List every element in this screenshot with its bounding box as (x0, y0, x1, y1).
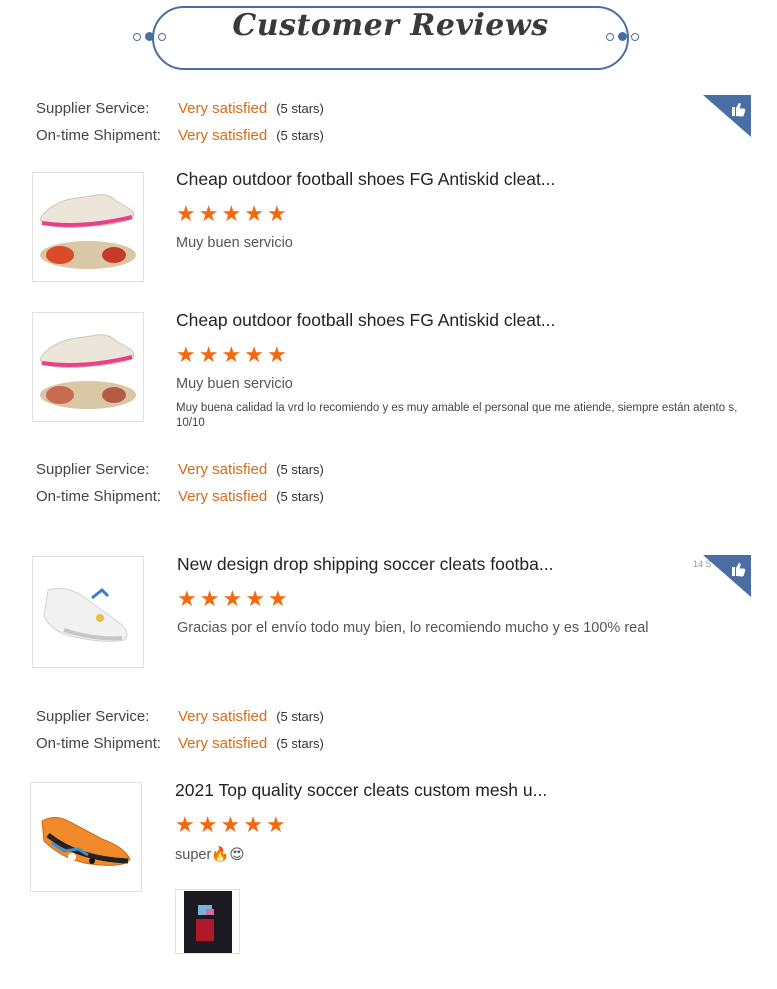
supplier-service-row: Supplier Service: Very satisfied (5 star… (36, 95, 324, 122)
shipment-row: On-time Shipment: Very satisfied (5 star… (36, 483, 324, 510)
star-rating: ★ ★ ★ ★ ★ (177, 588, 288, 610)
supplier-service-stars: (5 stars) (276, 101, 324, 116)
star-rating: ★ ★ ★ ★ ★ (175, 814, 286, 836)
review-comment: Muy buen servicio (176, 235, 293, 251)
supplier-service-label: Supplier Service: (36, 708, 150, 725)
star-icon: ★ (198, 201, 219, 226)
star-rating: ★ ★ ★ ★ ★ (176, 203, 287, 225)
product-title-link[interactable]: New design drop shipping soccer cleats f… (177, 554, 553, 575)
shipment-label: On-time Shipment: (36, 735, 162, 752)
product-image[interactable] (30, 782, 142, 892)
star-icon: ★ (244, 342, 264, 367)
shipment-value: Very satisfied (178, 735, 268, 752)
product-title-link[interactable]: Cheap outdoor football shoes FG Antiskid… (176, 169, 555, 190)
star-icon: ★ (175, 812, 195, 837)
thumbs-up-icon (703, 95, 751, 137)
review-comment: super🔥😍 (175, 847, 245, 863)
star-icon: ★ (245, 586, 265, 611)
shipment-label: On-time Shipment: (36, 488, 162, 505)
review-detail-text: Muy buena calidad la vrd lo recomiendo y… (176, 402, 738, 429)
shipment-value: Very satisfied (178, 127, 268, 144)
shipment-row: On-time Shipment: Very satisfied (5 star… (36, 730, 324, 757)
star-icon: ★ (266, 342, 287, 367)
shipment-value: Very satisfied (178, 488, 268, 505)
product-title-link[interactable]: 2021 Top quality soccer cleats custom me… (175, 780, 547, 801)
review-photo[interactable] (175, 889, 240, 954)
star-icon: ★ (267, 586, 288, 611)
product-image[interactable] (32, 556, 144, 668)
supplier-service-stars: (5 stars) (276, 462, 324, 477)
star-icon: ★ (197, 812, 218, 837)
product-image[interactable] (32, 172, 144, 282)
star-icon: ★ (243, 812, 263, 837)
star-icon: ★ (244, 201, 264, 226)
shipment-stars: (5 stars) (276, 489, 324, 504)
shipment-row: On-time Shipment: Very satisfied (5 star… (36, 122, 324, 149)
decorative-dots-left (133, 32, 166, 41)
star-icon: ★ (221, 201, 242, 226)
shipment-stars: (5 stars) (276, 128, 324, 143)
star-icon: ★ (176, 201, 196, 226)
star-icon: ★ (199, 586, 220, 611)
star-icon: ★ (221, 342, 242, 367)
star-icon: ★ (265, 812, 286, 837)
supplier-service-row: Supplier Service: Very satisfied (5 star… (36, 456, 324, 483)
page-title: Customer Reviews (232, 8, 549, 43)
star-rating: ★ ★ ★ ★ ★ (176, 344, 287, 366)
star-icon: ★ (266, 201, 287, 226)
supplier-service-value: Very satisfied (178, 100, 268, 117)
supplier-service-value: Very satisfied (178, 461, 268, 478)
star-icon: ★ (176, 342, 196, 367)
supplier-service-value: Very satisfied (178, 708, 268, 725)
product-image[interactable] (32, 312, 144, 422)
supplier-service-label: Supplier Service: (36, 100, 150, 117)
star-icon: ★ (220, 812, 241, 837)
seller-rating-block: Supplier Service: Very satisfied (5 star… (36, 95, 324, 149)
supplier-service-stars: (5 stars) (276, 709, 324, 724)
shipment-stars: (5 stars) (276, 736, 324, 751)
star-icon: ★ (177, 586, 197, 611)
review-comment: Gracias por el envío todo muy bien, lo r… (177, 620, 649, 636)
star-icon: ★ (198, 342, 219, 367)
review-comment: Muy buen servicio (176, 376, 293, 392)
seller-rating-block: Supplier Service: Very satisfied (5 star… (36, 703, 324, 757)
product-title-link[interactable]: Cheap outdoor football shoes FG Antiskid… (176, 310, 555, 331)
thumbs-up-icon (703, 555, 751, 597)
supplier-service-label: Supplier Service: (36, 461, 150, 478)
shipment-label: On-time Shipment: (36, 127, 162, 144)
decorative-dots-right (606, 32, 639, 41)
star-icon: ★ (222, 586, 243, 611)
seller-rating-block: Supplier Service: Very satisfied (5 star… (36, 456, 324, 510)
page-header: Customer Reviews (0, 0, 777, 80)
supplier-service-row: Supplier Service: Very satisfied (5 star… (36, 703, 324, 730)
